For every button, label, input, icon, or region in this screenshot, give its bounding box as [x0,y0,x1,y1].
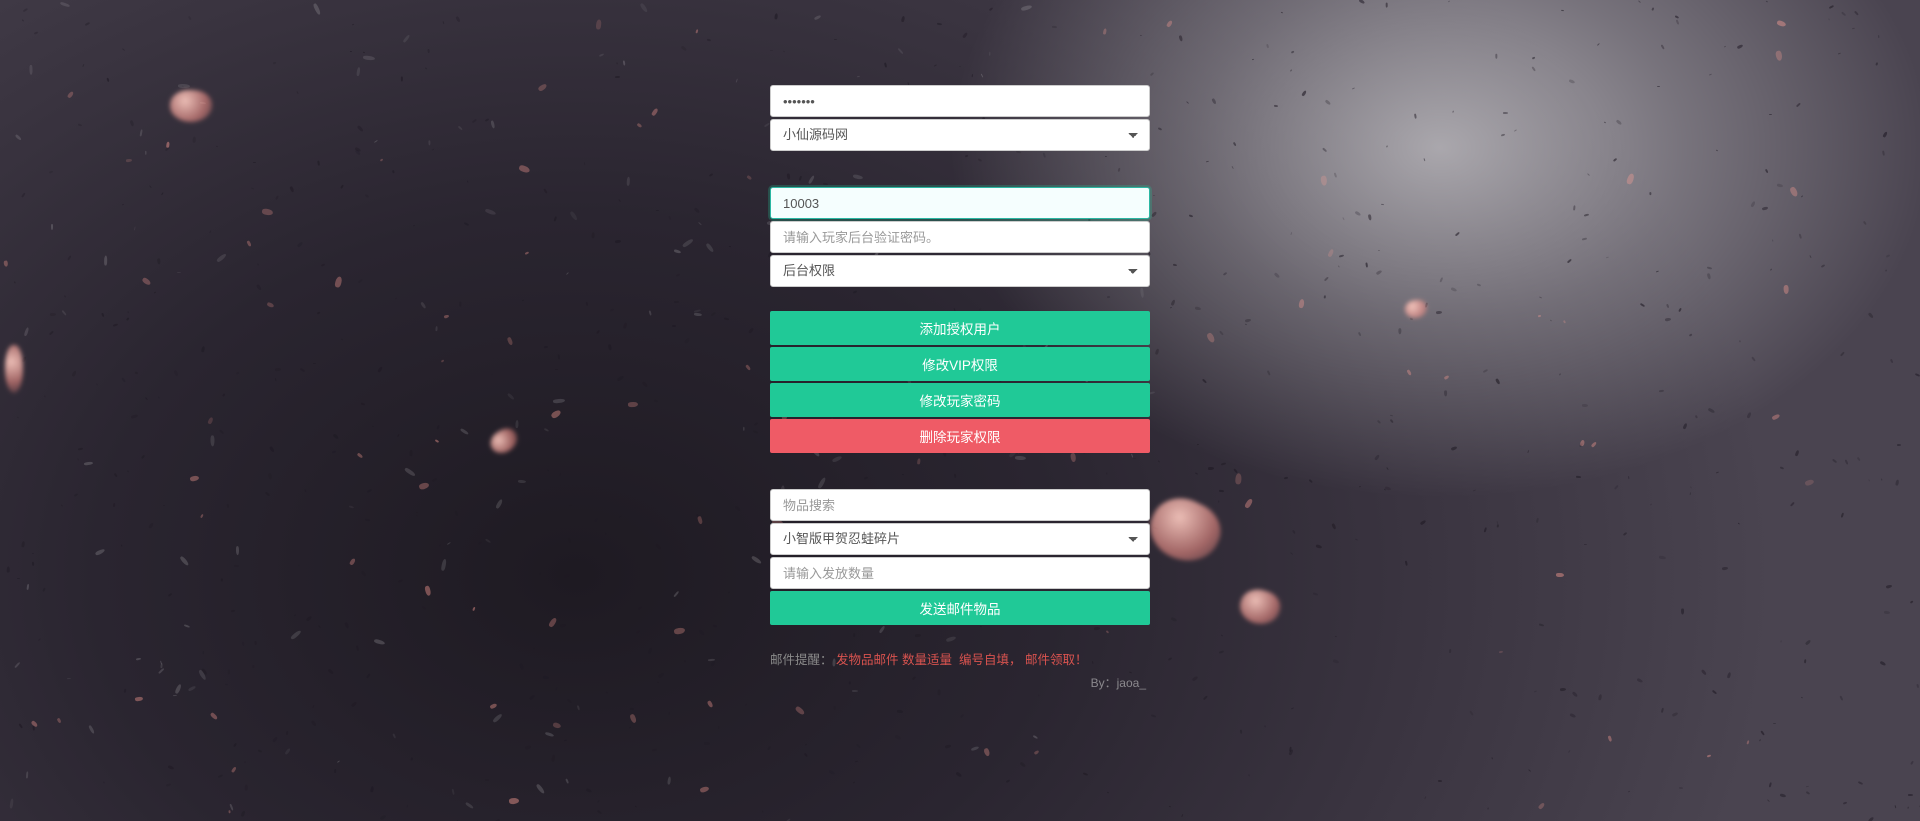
admin-password-input[interactable] [770,85,1150,117]
modify-password-button[interactable]: 修改玩家密码 [770,383,1150,417]
permission-select[interactable]: 后台权限 [770,255,1150,287]
item-select[interactable]: 小智版甲贺忍蛙碎片 [770,523,1150,555]
footer-warn-4: 邮件领取！ [1025,653,1088,667]
quantity-input[interactable] [770,557,1150,589]
footer-warn-3: 编号自填， [959,653,1022,667]
delete-permission-button[interactable]: 删除玩家权限 [770,419,1150,453]
player-perm-card: 后台权限 添加授权用户 修改VIP权限 修改玩家密码 删除玩家权限 [770,187,1150,453]
footer-reminder: 邮件提醒： 发物品邮件 数量适量 编号自填， 邮件领取！ [770,649,1150,668]
verify-password-input[interactable] [770,221,1150,253]
item-search-input[interactable] [770,489,1150,521]
server-select[interactable]: 小仙源码网 [770,119,1150,151]
mail-item-card: 小智版甲贺忍蛙碎片 发送邮件物品 [770,489,1150,625]
footer-warn-2: 数量适量 [902,653,952,667]
player-id-input[interactable] [770,187,1150,219]
footer-warn-1: 发物品邮件 [836,653,899,667]
add-auth-user-button[interactable]: 添加授权用户 [770,311,1150,345]
auth-card: 小仙源码网 [770,85,1150,151]
footer-label: 邮件提醒： [770,653,833,667]
modify-vip-button[interactable]: 修改VIP权限 [770,347,1150,381]
footer-credit: By：jaoa_ [770,674,1150,691]
send-mail-item-button[interactable]: 发送邮件物品 [770,591,1150,625]
